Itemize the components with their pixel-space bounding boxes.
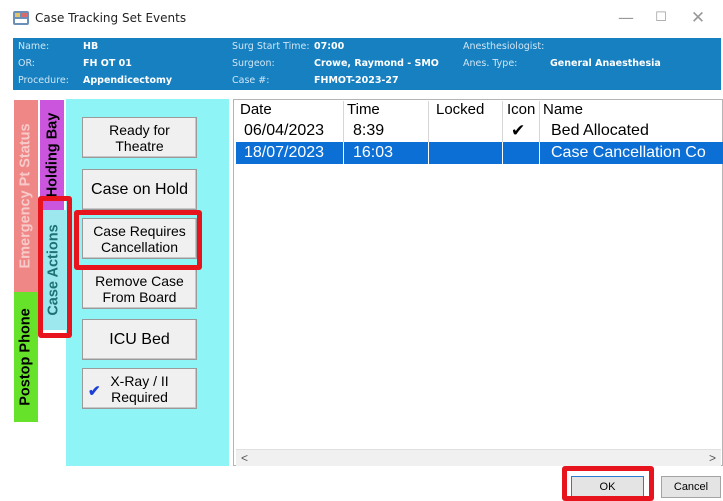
name-value: HB	[83, 41, 99, 52]
column-header-icon[interactable]: Icon	[507, 101, 535, 120]
column-header-date[interactable]: Date	[240, 101, 272, 120]
title-bar: Case Tracking Set Events — ☐ ✕	[0, 0, 723, 36]
surgeon-value: Crowe, Raymond - SMO	[314, 58, 439, 69]
procedure-label: Procedure:	[18, 75, 69, 86]
or-value: FH OT 01	[83, 58, 132, 69]
name-label: Name:	[18, 41, 50, 52]
case-number-value: FHMOT-2023-27	[314, 75, 399, 86]
cancel-button[interactable]: Cancel	[661, 476, 721, 498]
column-header-name[interactable]: Name	[543, 101, 583, 120]
cell-time: 8:39	[353, 122, 385, 139]
anaesthesiologist-label: Anesthesiologist:	[463, 41, 545, 52]
case-number-label: Case #:	[232, 75, 270, 86]
surgeon-label: Surgeon:	[232, 58, 275, 69]
column-divider	[502, 142, 503, 164]
case-requires-cancellation-button[interactable]: Case Requires Cancellation	[82, 218, 197, 259]
tab-emergency-label: Emergency Pt Status	[18, 123, 34, 269]
tab-postop-phone[interactable]: Postop Phone	[14, 292, 38, 422]
column-divider	[343, 142, 344, 164]
scroll-left-icon[interactable]: <	[236, 450, 253, 467]
column-header-time[interactable]: Time	[347, 101, 380, 120]
checkmark-icon: ✔	[88, 383, 101, 400]
table-row[interactable]: 06/04/2023 8:39 ✔ Bed Allocated	[236, 120, 723, 142]
cell-date: 06/04/2023	[244, 122, 325, 139]
cell-name: Bed Allocated	[551, 122, 649, 139]
cell-name: Case Cancellation Co	[551, 144, 706, 161]
column-divider	[428, 142, 429, 164]
ok-button[interactable]: OK	[571, 476, 644, 498]
anes-type-value: General Anaesthesia	[550, 58, 661, 69]
icu-bed-button[interactable]: ICU Bed	[82, 319, 197, 360]
cell-time: 16:03	[353, 144, 394, 161]
column-header-locked[interactable]: Locked	[436, 101, 484, 120]
scroll-right-icon[interactable]: >	[704, 450, 721, 467]
cell-date: 18/07/2023	[244, 144, 325, 161]
minimize-button[interactable]: —	[608, 6, 644, 30]
checkmark-icon: ✔	[511, 121, 526, 140]
column-divider	[539, 142, 540, 164]
anes-type-label: Anes. Type:	[463, 58, 518, 69]
tab-holding-bay[interactable]: Holding Bay	[40, 100, 64, 210]
tab-postop-label: Postop Phone	[18, 308, 35, 406]
tab-case-actions-label: Case Actions	[46, 224, 63, 316]
case-on-hold-button[interactable]: Case on Hold	[82, 169, 197, 210]
ready-for-theatre-button[interactable]: Ready for Theatre	[82, 117, 197, 158]
close-button[interactable]: ✕	[680, 6, 716, 30]
case-info-header: Name: HB OR: FH OT 01 Procedure: Appendi…	[13, 38, 721, 90]
or-label: OR:	[18, 58, 35, 69]
tab-emergency-pt-status[interactable]: Emergency Pt Status	[14, 100, 38, 292]
xray-required-label: X-Ray / II Required	[110, 372, 169, 405]
maximize-button[interactable]: ☐	[643, 6, 679, 30]
surg-start-value: 07:00	[314, 41, 345, 52]
procedure-value: Appendicectomy	[83, 75, 173, 86]
remove-case-from-board-button[interactable]: Remove Case From Board	[82, 268, 197, 309]
tab-case-actions[interactable]: Case Actions	[40, 210, 68, 330]
tab-holding-label: Holding Bay	[44, 112, 60, 198]
horizontal-scrollbar[interactable]: < >	[236, 449, 721, 466]
surg-start-label: Surg Start Time:	[232, 41, 310, 52]
table-row[interactable]: 18/07/2023 16:03 Case Cancellation Co	[236, 142, 723, 164]
window-title: Case Tracking Set Events	[35, 11, 187, 25]
app-icon	[13, 11, 29, 25]
